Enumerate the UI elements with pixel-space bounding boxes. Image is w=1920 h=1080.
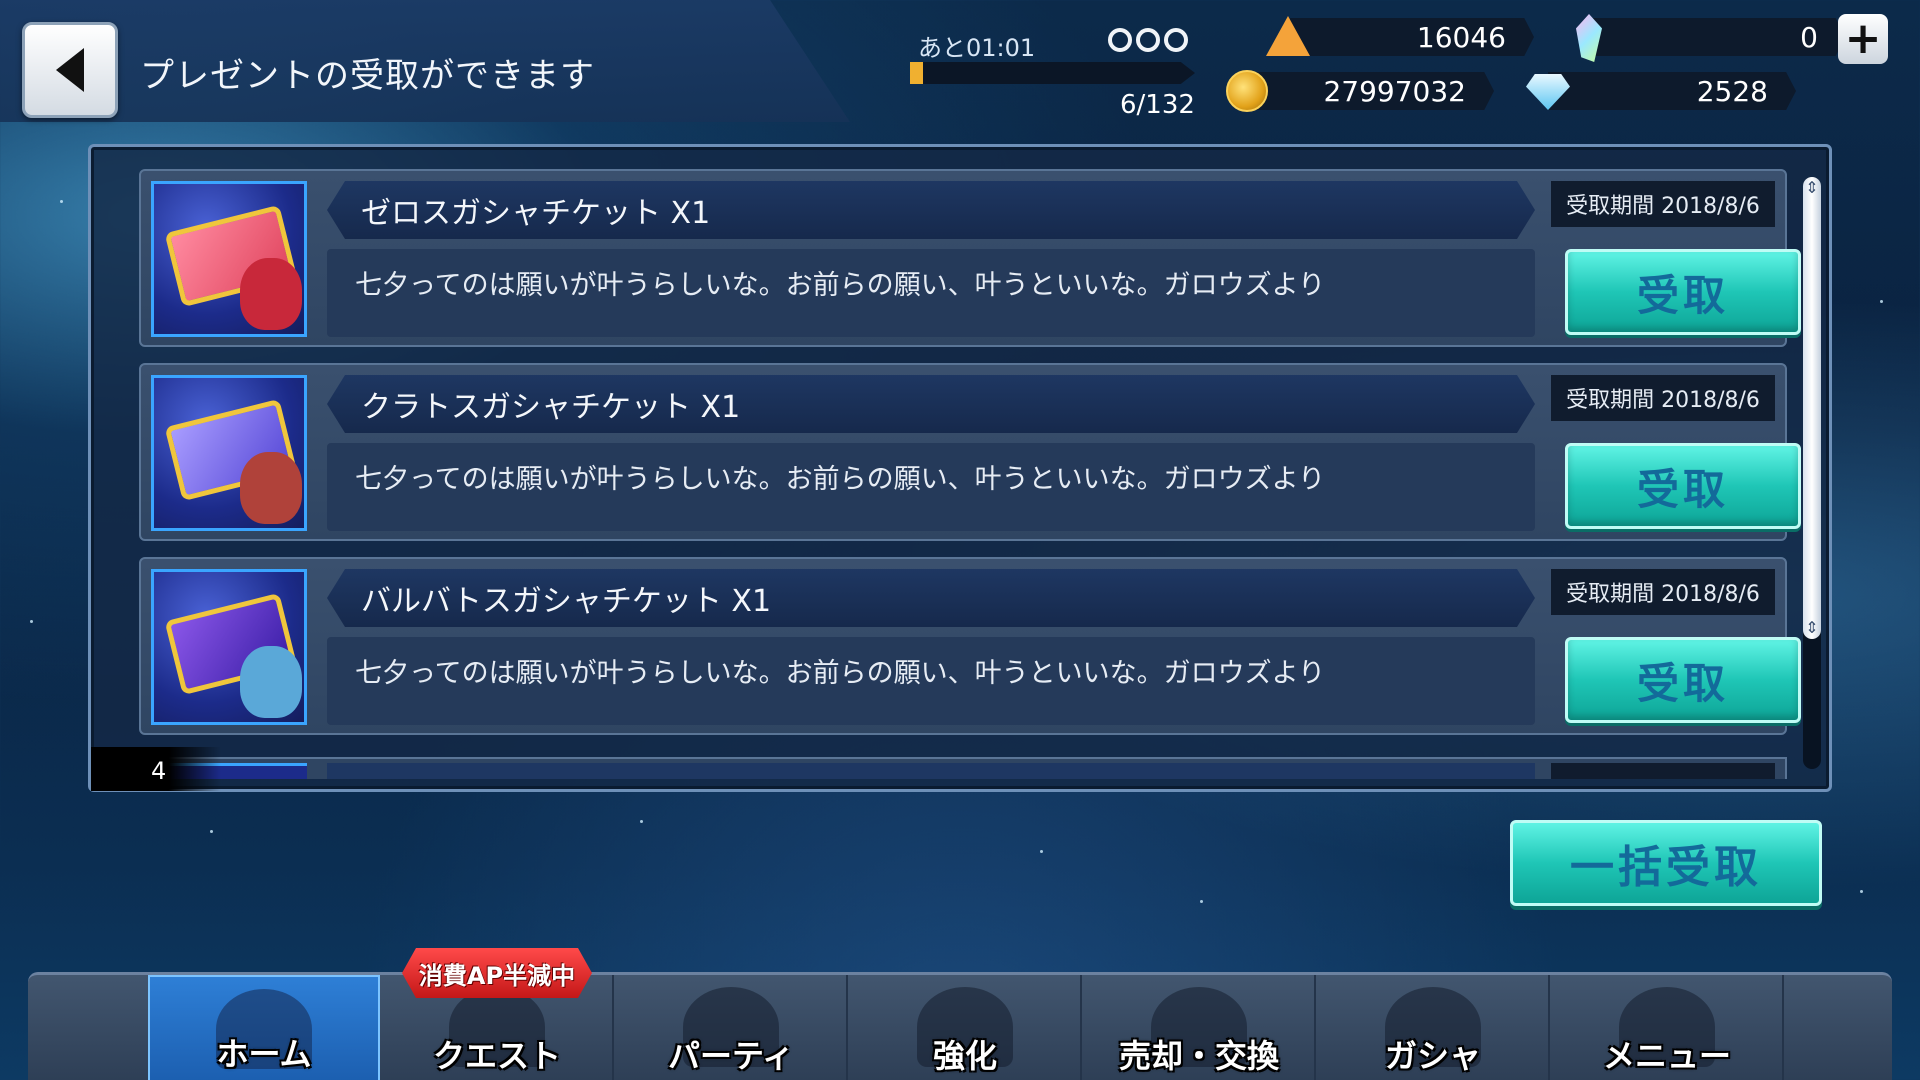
present-row: バルバトスガシャチケット X1 七夕ってのは願いが叶うらしいな。お前らの願い、叶…: [139, 557, 1801, 735]
add-crystal-button[interactable]: +: [1838, 14, 1888, 64]
item-message: 七夕ってのは願いが叶うらしいな。お前らの願い、叶うといいな。ガロウズより: [327, 443, 1535, 531]
star: [1860, 890, 1863, 893]
character-portrait-icon: [240, 646, 302, 718]
star: [60, 200, 63, 203]
receive-button[interactable]: 受取: [1565, 637, 1801, 723]
stamina-crystal-counter: 16046: [1290, 18, 1534, 56]
receive-all-button[interactable]: 一括受取: [1510, 820, 1822, 906]
nav-enhance[interactable]: 強化: [850, 975, 1082, 1080]
deadline-label: 受取期間 2018/8/6: [1551, 181, 1775, 227]
ap-dot-icon: [1136, 28, 1160, 52]
diamond-counter: 2528: [1548, 72, 1796, 110]
back-button[interactable]: [22, 22, 118, 118]
item-thumbnail: [151, 181, 307, 337]
item-message: 七夕ってのは願いが叶うらしいな。お前らの願い、叶うといいな。ガロウズより: [327, 637, 1535, 725]
chevron-left-icon: [56, 48, 84, 92]
item-name: クラトスガシャチケット X1: [327, 375, 1535, 433]
nav-menu[interactable]: メニュー: [1552, 975, 1784, 1080]
nav-gacha[interactable]: ガシャ: [1318, 975, 1550, 1080]
nav-party[interactable]: パーティ: [616, 975, 848, 1080]
star: [1040, 850, 1043, 853]
paid-crystal-counter: 0: [1586, 18, 1846, 56]
deadline-label: [1551, 763, 1775, 779]
nav-home[interactable]: ホーム: [148, 975, 380, 1080]
triangle-crystal-icon: [1266, 16, 1310, 56]
nav-label: メニュー: [1602, 1037, 1731, 1075]
item-name: ゼロスガシャチケット X1: [327, 181, 1535, 239]
deadline-label: 受取期間 2018/8/6: [1551, 569, 1775, 615]
star: [210, 830, 213, 833]
nav-label: パーティ: [667, 1037, 795, 1075]
gold-counter: 27997032: [1250, 72, 1494, 110]
star: [1880, 300, 1883, 303]
present-row: ゼロスガシャチケット X1 七夕ってのは願いが叶うらしいな。お前らの願い、叶うと…: [139, 169, 1801, 347]
page-title: プレゼントの受取ができます: [140, 56, 595, 96]
ap-progress-fill: [910, 62, 923, 84]
list-index: 4: [91, 747, 221, 791]
item-message: 七夕ってのは願いが叶うらしいな。お前らの願い、叶うといいな。ガロウズより: [327, 249, 1535, 337]
plus-icon: +: [1844, 13, 1882, 64]
ap-half-badge: 消費AP半減中: [402, 948, 592, 998]
star: [1200, 900, 1203, 903]
ap-timer: あと01:01: [918, 34, 1036, 62]
item-name-bar: [327, 763, 1535, 779]
present-list-panel: ゼロスガシャチケット X1 七夕ってのは願いが叶うらしいな。お前らの願い、叶うと…: [88, 144, 1832, 792]
receive-button[interactable]: 受取: [1565, 443, 1801, 529]
nav-label: ガシャ: [1384, 1037, 1481, 1075]
item-thumbnail: [151, 375, 307, 531]
bottom-nav: ホーム クエスト パーティ 強化 売却・交換 ガシャ メニュー: [28, 972, 1892, 1080]
nav-label: 売却・交換: [1118, 1037, 1279, 1075]
nav-label: クエスト: [432, 1037, 561, 1075]
ap-progress-bar: [910, 62, 1195, 84]
present-row-partial: [139, 757, 1787, 779]
character-portrait-icon: [240, 452, 302, 524]
gold-coin-icon: [1226, 70, 1268, 112]
scrollbar-thumb[interactable]: [1803, 177, 1821, 639]
nav-trade[interactable]: 売却・交換: [1084, 975, 1316, 1080]
present-row: クラトスガシャチケット X1 七夕ってのは願いが叶うらしいな。お前らの願い、叶う…: [139, 363, 1801, 541]
item-name: バルバトスガシャチケット X1: [327, 569, 1535, 627]
character-portrait-icon: [240, 258, 302, 330]
nav-label: ホーム: [216, 1035, 312, 1073]
star: [640, 820, 643, 823]
nav-label: 強化: [932, 1037, 997, 1075]
ap-dot-icon: [1164, 28, 1188, 52]
star: [30, 620, 33, 623]
ap-dot-icon: [1108, 28, 1132, 52]
item-thumbnail: [151, 569, 307, 725]
scroll-up-icon: ⇕: [1805, 178, 1819, 197]
ap-dots: [1108, 28, 1188, 52]
deadline-label: 受取期間 2018/8/6: [1551, 375, 1775, 421]
receive-button[interactable]: 受取: [1565, 249, 1801, 335]
ap-count: 6/132: [1120, 90, 1195, 120]
scroll-down-icon: ⇕: [1805, 618, 1819, 637]
